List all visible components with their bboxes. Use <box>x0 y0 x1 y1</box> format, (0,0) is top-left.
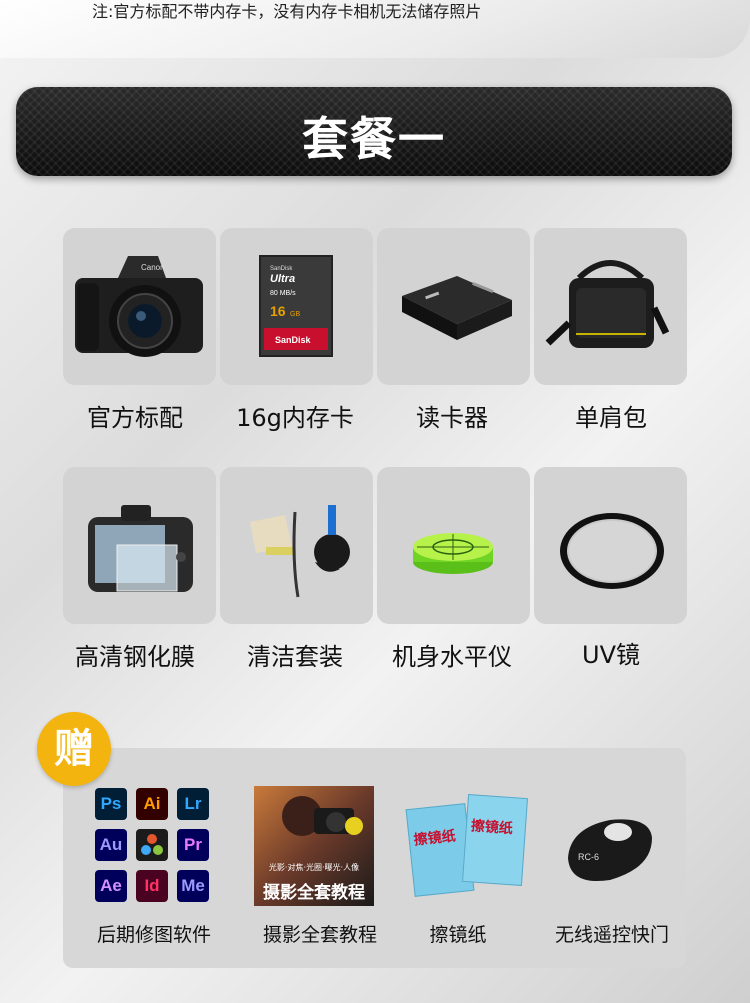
sd-speed: 80 MB/s <box>270 290 296 297</box>
item-tile-bubble-level <box>377 467 530 624</box>
sd-card-icon: SanDisk Ultra 80 MB/s 16 GB SanDisk <box>259 255 333 357</box>
item-tile-bag <box>534 228 687 385</box>
item-label-5: 清洁套装 <box>247 643 343 671</box>
sd-brand-small: SanDisk <box>270 266 293 272</box>
sd-unit: GB <box>290 311 300 318</box>
bubble-level-icon <box>413 533 493 574</box>
lens-paper-title-1: 擦镜纸 <box>413 828 457 849</box>
camera-brand-text: Canon <box>141 263 165 272</box>
item-label-0: 官方标配 <box>87 404 183 432</box>
item-tile-uv-filter <box>534 467 687 624</box>
cleaning-kit-icon <box>250 505 350 598</box>
package-banner: 套餐一 <box>16 87 732 176</box>
app-icon-lr: Lr <box>177 788 209 820</box>
app-icon-pr: Pr <box>177 829 209 861</box>
item-label-3: 单肩包 <box>575 404 647 432</box>
software-icons: Ps Ai Lr Au Pr Ae Id Me <box>95 788 211 904</box>
dslr-camera-icon: Canon <box>75 256 203 357</box>
gift-label-3: 无线遥控快门 <box>554 924 669 946</box>
lens-paper-icon: 擦镜纸 擦镜纸 <box>405 794 528 897</box>
sd-capacity: 16 <box>270 303 286 319</box>
package-title: 套餐一 <box>302 112 446 166</box>
top-note-strip: 注:官方标配不带内存卡，没有内存卡相机无法储存照片 <box>0 0 750 58</box>
app-icon-id: Id <box>136 870 168 902</box>
card-reader-icon <box>402 276 512 340</box>
sd-line: Ultra <box>270 273 295 285</box>
app-icon-resolve <box>136 829 168 861</box>
item-tile-camera: Canon <box>63 228 216 385</box>
tutorial-cover-icon: 光影·对焦·光圈·曝光·人像 摄影全套教程 <box>254 786 374 906</box>
remote-model: RC-6 <box>578 852 600 862</box>
remote-shutter-icon: RC-6 <box>560 808 660 888</box>
sd-brand: SanDisk <box>275 335 312 345</box>
app-icon-ps: Ps <box>95 788 127 820</box>
gift-label-1: 摄影全套教程 <box>262 924 377 946</box>
item-label-1: 16g内存卡 <box>236 404 354 432</box>
item-label-6: 机身水平仪 <box>392 643 512 671</box>
app-icon-ai: Ai <box>136 788 168 820</box>
uv-filter-icon <box>560 513 664 589</box>
app-icon-me: Me <box>177 870 209 902</box>
screen-protector-icon <box>88 505 193 592</box>
app-icon-au: Au <box>95 829 127 861</box>
gift-label-2: 擦镜纸 <box>429 924 487 946</box>
tutorial-subtitle: 光影·对焦·光圈·曝光·人像 <box>268 863 360 872</box>
tutorial-title: 摄影全套教程 <box>263 883 365 903</box>
item-tile-sd-card: SanDisk Ultra 80 MB/s 16 GB SanDisk <box>220 228 373 385</box>
gift-badge: 赠 <box>37 712 111 786</box>
item-label-2: 读卡器 <box>416 404 488 432</box>
app-icon-ae: Ae <box>95 870 127 902</box>
item-tile-screen-protector <box>63 467 216 624</box>
item-label-4: 高清钢化膜 <box>75 643 195 671</box>
gift-label-0: 后期修图软件 <box>96 924 211 946</box>
item-tile-card-reader <box>377 228 530 385</box>
item-tile-cleaning-kit <box>220 467 373 624</box>
camera-bag-icon <box>545 260 670 348</box>
item-label-7: UV镜 <box>582 641 640 669</box>
memory-card-note: 注:官方标配不带内存卡，没有内存卡相机无法储存照片 <box>92 2 482 21</box>
lens-paper-title-2: 擦镜纸 <box>470 818 514 838</box>
